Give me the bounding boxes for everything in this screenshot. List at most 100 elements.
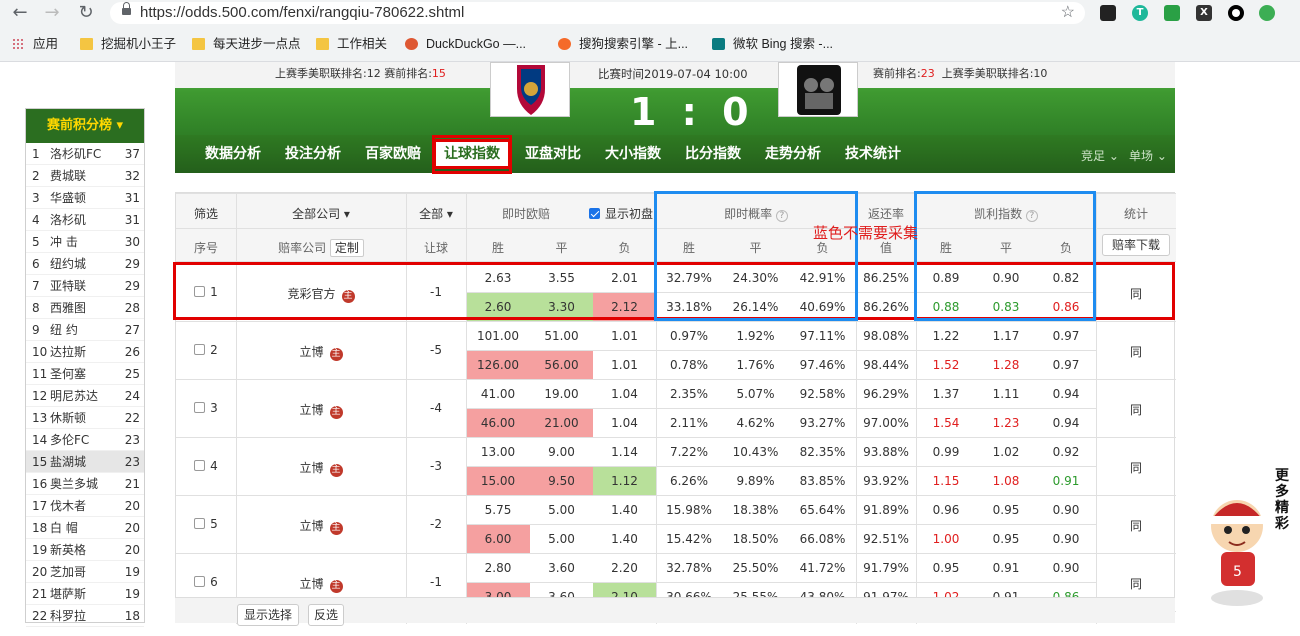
standings-row[interactable]: 18 白 帽 20 xyxy=(26,517,144,539)
standings-row[interactable]: 1 洛杉矶FC 37 xyxy=(26,143,144,165)
bookmark-sogou[interactable]: 搜狗搜索引擎 - 上... xyxy=(558,34,688,54)
prob-win-initial: 32.78% xyxy=(666,561,712,575)
host-badge-icon: 主 xyxy=(329,406,343,419)
mascot-ad[interactable]: 更多精彩 5 xyxy=(1205,468,1300,623)
row-checkbox[interactable] xyxy=(194,460,206,471)
standings-row[interactable]: 22 科罗拉 18 xyxy=(26,605,144,627)
same-link[interactable]: 同 xyxy=(1096,343,1176,360)
row-divider xyxy=(176,437,1176,438)
same-link[interactable]: 同 xyxy=(1096,517,1176,534)
standings-row[interactable]: 4 洛杉矶 31 xyxy=(26,209,144,231)
annotation-kelly-box xyxy=(914,191,1096,321)
standings-team: 白 帽 xyxy=(50,521,78,535)
row-select[interactable]: 4 xyxy=(176,459,236,473)
jingzu-dropdown[interactable]: 竞足 ⌄ xyxy=(1081,147,1119,164)
tab-trend-analysis[interactable]: 走势分析 xyxy=(757,139,829,169)
standings-row[interactable]: 21 堪萨斯 19 xyxy=(26,583,144,605)
all-companies-dropdown[interactable]: 全部公司 ▾ xyxy=(236,205,406,222)
kelly-draw-current: 0.95 xyxy=(992,532,1020,546)
standings-row[interactable]: 5 冲 击 30 xyxy=(26,231,144,253)
odds-win-label: 胜 xyxy=(491,241,504,255)
home-team-logo[interactable] xyxy=(490,62,570,117)
row-checkbox[interactable] xyxy=(194,576,206,587)
forward-icon[interactable]: → xyxy=(40,2,64,24)
duckduckgo-icon xyxy=(405,38,418,50)
bookmark-folder-3[interactable]: 工作相关 xyxy=(316,34,387,54)
standings-row[interactable]: 13 休斯顿 22 xyxy=(26,407,144,429)
standings-row[interactable]: 17 伐木者 20 xyxy=(26,495,144,517)
all-dropdown[interactable]: 全部 ▾ xyxy=(406,205,466,222)
extension-icon[interactable] xyxy=(1100,5,1116,21)
danchang-dropdown[interactable]: 单场 ⌄ xyxy=(1129,147,1167,164)
customize-button[interactable]: 定制 xyxy=(329,239,364,257)
extension-x-icon[interactable]: X xyxy=(1196,5,1212,21)
row-select[interactable]: 6 xyxy=(176,575,236,589)
standings-points: 22 xyxy=(124,411,140,425)
odds-download-button[interactable]: 赔率下载 xyxy=(1102,234,1170,256)
row-checkbox[interactable] xyxy=(194,344,206,355)
odds-win-current: 126.00 xyxy=(466,351,530,380)
tab-tech-stats[interactable]: 技术统计 xyxy=(837,139,909,169)
standings-row[interactable]: 12 明尼苏达 24 xyxy=(26,385,144,407)
standings-row[interactable]: 2 费城联 32 xyxy=(26,165,144,187)
odds-draw-initial: 19.00 xyxy=(544,387,579,401)
tab-asian-handicap[interactable]: 亚盘对比 xyxy=(517,139,589,169)
standings-row[interactable]: 3 华盛顿 31 xyxy=(26,187,144,209)
bookmark-star-icon[interactable]: ☆ xyxy=(1061,2,1075,24)
show-initial-checkbox[interactable]: 显示初盘 xyxy=(586,205,656,222)
bookmark-duckduckgo[interactable]: DuckDuckGo —... xyxy=(405,34,526,54)
reload-icon[interactable]: ↻ xyxy=(74,2,98,24)
prob-win-current: 0.78% xyxy=(669,358,709,372)
kelly-lose-initial: 0.97 xyxy=(1052,329,1080,343)
extension-circle-icon[interactable] xyxy=(1228,5,1244,21)
bookmark-apps[interactable]: 应用 xyxy=(12,34,58,54)
row-checkbox[interactable] xyxy=(194,402,206,413)
same-link[interactable]: 同 xyxy=(1096,401,1176,418)
return-rate-label: 返还率 xyxy=(867,207,904,221)
standings-row[interactable]: 9 纽 约 27 xyxy=(26,319,144,341)
tab-score-index[interactable]: 比分指数 xyxy=(677,139,749,169)
standings-row[interactable]: 19 新英格 20 xyxy=(26,539,144,561)
standings-rank: 7 xyxy=(32,279,40,293)
same-link[interactable]: 同 xyxy=(1096,459,1176,476)
standings-row[interactable]: 8 西雅图 28 xyxy=(26,297,144,319)
row-select[interactable]: 5 xyxy=(176,517,236,531)
row-divider xyxy=(176,553,1176,554)
tab-data-analysis[interactable]: 数据分析 xyxy=(197,139,269,169)
odds-lose-initial: 1.40 xyxy=(611,503,638,517)
standings-team: 盐湖城 xyxy=(50,455,87,469)
row-divider xyxy=(176,321,1176,322)
prob-lose-initial: 97.11% xyxy=(799,329,846,343)
row-checkbox[interactable] xyxy=(194,518,206,529)
standings-row[interactable]: 14 多伦FC 23 xyxy=(26,429,144,451)
bookmark-bing[interactable]: 微软 Bing 搜索 -... xyxy=(712,34,833,54)
kelly-lose-initial: 0.94 xyxy=(1052,387,1080,401)
bookmark-folder-1[interactable]: 挖掘机小王子 xyxy=(80,34,176,54)
row-select[interactable]: 2 xyxy=(176,343,236,357)
odds-win-current: 6.00 xyxy=(466,525,530,554)
row-divider xyxy=(176,379,1176,380)
standings-rank: 2 xyxy=(32,169,40,183)
standings-row[interactable]: 10 达拉斯 26 xyxy=(26,341,144,363)
extension-t-icon[interactable]: T xyxy=(1132,5,1148,21)
standings-title[interactable]: 赛前积分榜 ▾ xyxy=(26,109,144,143)
tab-betting-analysis[interactable]: 投注分析 xyxy=(277,139,349,169)
standings-row[interactable]: 11 圣何塞 25 xyxy=(26,363,144,385)
tab-over-under[interactable]: 大小指数 xyxy=(597,139,669,169)
standings-row[interactable]: 16 奥兰多城 21 xyxy=(26,473,144,495)
address-bar[interactable]: https://odds.500.com/fenxi/rangqiu-78062… xyxy=(110,2,1085,24)
back-icon[interactable]: ← xyxy=(8,2,32,24)
row-select[interactable]: 3 xyxy=(176,401,236,415)
standings-row[interactable]: 7 亚特联 29 xyxy=(26,275,144,297)
kelly-win-initial: 1.37 xyxy=(932,387,960,401)
standings-row[interactable]: 6 纽约城 29 xyxy=(26,253,144,275)
kelly-win-current: 1.52 xyxy=(932,358,960,372)
standings-row[interactable]: 15 盐湖城 23 xyxy=(26,451,144,473)
standings-row[interactable]: 20 芝加哥 19 xyxy=(26,561,144,583)
evernote-icon[interactable] xyxy=(1259,5,1275,21)
away-team-logo[interactable] xyxy=(778,62,858,117)
extension-shield-icon[interactable] xyxy=(1164,5,1180,21)
bookmark-folder-2[interactable]: 每天进步一点点 xyxy=(192,34,301,54)
tab-euro-odds[interactable]: 百家欧赔 xyxy=(357,139,429,169)
same-link[interactable]: 同 xyxy=(1096,575,1176,592)
